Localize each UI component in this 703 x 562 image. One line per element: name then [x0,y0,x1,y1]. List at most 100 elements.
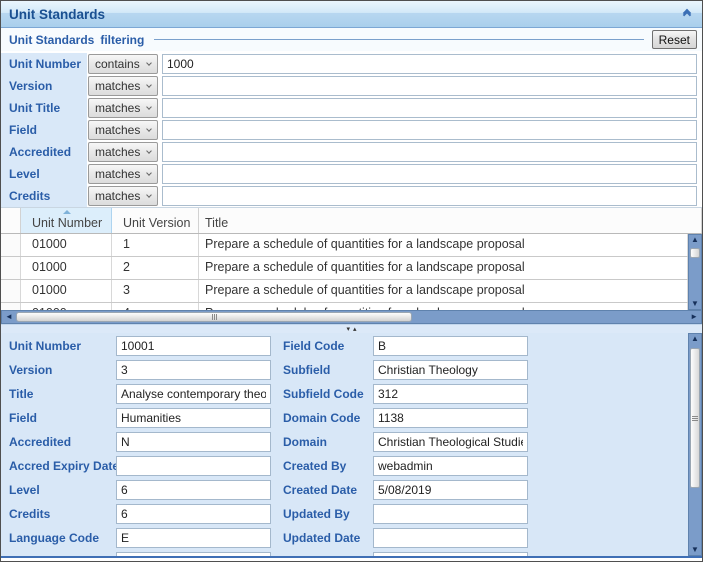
filter-input-accredited[interactable] [162,142,697,162]
chevron-down-icon [146,82,152,88]
table-row[interactable]: 01000 2 Prepare a schedule of quantities… [1,257,688,280]
grid-hscroll-thumb[interactable] [16,312,412,322]
panel-header: Unit Standards [1,1,702,28]
filter-row-field: Field matches [1,119,702,141]
detail-input-language-code[interactable] [116,528,271,548]
splitter-up-icon: ▴ [353,326,357,333]
detail-label-level: Level [9,483,116,497]
detail-label-title: Title [9,387,116,401]
detail-input-credits[interactable] [116,504,271,524]
filter-operator-level[interactable]: matches [88,164,158,184]
filter-input-field[interactable] [162,120,697,140]
detail-input-subfield[interactable] [373,360,528,380]
scroll-right-icon[interactable]: ► [690,312,698,322]
table-row[interactable]: 01000 1 Prepare a schedule of quantities… [1,234,688,257]
filter-input-credits[interactable] [162,186,697,206]
scroll-down-icon[interactable]: ▼ [691,545,699,555]
row-selector[interactable] [1,257,21,279]
filter-group-label: Unit Standardsfiltering [9,33,144,47]
filter-label-unit-title: Unit Title [1,97,87,119]
scroll-up-icon[interactable]: ▲ [691,334,699,344]
detail-label-unit-status: Unit Status [9,555,116,558]
collapse-panel-icon[interactable] [680,8,694,20]
filter-operator-accredited[interactable]: matches [88,142,158,162]
detail-label-subfield-code: Subfield Code [271,387,373,401]
detail-input-subfield-code[interactable] [373,384,528,404]
detail-label-updated-by: Updated By [271,507,373,521]
detail-input-created-date[interactable] [373,480,528,500]
reset-button[interactable]: Reset [652,30,697,49]
divider [154,39,643,40]
chevron-down-icon [146,170,152,176]
grid-vertical-scrollbar[interactable]: ▲ ▼ [688,234,702,310]
row-selector[interactable] [1,280,21,302]
detail-label-accred-expiry-date: Accred Expiry Date [9,459,116,473]
detail-input-unit-number[interactable] [116,336,271,356]
detail-label-language-code: Language Code [9,531,116,545]
chevron-down-icon [146,148,152,154]
unit-standards-window: Unit Standards Unit Standardsfiltering R… [0,0,703,562]
detail-vertical-scrollbar[interactable]: ▲ ▼ [688,333,702,556]
table-row[interactable]: 01000 3 Prepare a schedule of quantities… [1,280,688,303]
scroll-left-icon[interactable]: ◄ [5,312,13,322]
detail-label-credits: Credits [9,507,116,521]
filter-operator-version[interactable]: matches [88,76,158,96]
filter-input-level[interactable] [162,164,697,184]
detail-input-accredited[interactable] [116,432,271,452]
grid-horizontal-scrollbar[interactable]: ◄ ► [1,310,702,324]
row-selector[interactable] [1,234,21,256]
column-header-unit-version[interactable]: Unit Version [112,208,199,233]
filter-operator-credits[interactable]: matches [88,186,158,206]
detail-input-title[interactable] [116,384,271,404]
filter-label-field: Field [1,119,87,141]
detail-label-field: Field [9,411,116,425]
chevron-down-icon [146,126,152,132]
page-title: Unit Standards [9,7,680,22]
table-row[interactable]: 01000 4 Prepare a schedule of quantities… [1,303,688,310]
detail-input-domain-code[interactable] [373,408,528,428]
detail-input-field-code[interactable] [373,336,528,356]
detail-input-updated-by[interactable] [373,504,528,524]
scroll-down-icon[interactable]: ▼ [691,299,699,309]
filter-operator-field[interactable]: matches [88,120,158,140]
detail-label-created-date: Created Date [271,483,373,497]
thumb-grip [212,314,217,320]
detail-input-unit-status[interactable] [116,552,271,558]
row-selector[interactable] [1,303,21,310]
column-header-title[interactable]: Title [199,208,702,233]
filter-row-version: Version matches [1,75,702,97]
detail-input-accred-expiry-date[interactable] [116,456,271,476]
detail-label-updated-date: Updated Date [271,531,373,545]
detail-input-updated-date[interactable] [373,528,528,548]
detail-label-accredited: Accredited [9,435,116,449]
chevron-down-icon [146,104,152,110]
filter-operator-unit-number[interactable]: contains [88,54,158,74]
grid-vscroll-thumb[interactable] [690,248,700,258]
detail-input-domain[interactable] [373,432,528,452]
grid-header-row: Unit Number Unit Version Title [1,208,702,234]
scroll-up-icon[interactable]: ▲ [691,235,699,245]
column-header-unit-number[interactable]: Unit Number [21,208,112,233]
detail-label-created-by: Created By [271,459,373,473]
detail-input-version[interactable] [116,360,271,380]
filter-input-unit-number[interactable] [162,54,697,74]
filter-row-level: Level matches [1,163,702,185]
panel-splitter[interactable]: ▾ ▴ [1,324,702,333]
filter-operator-unit-title[interactable]: matches [88,98,158,118]
filter-row-unit-title: Unit Title matches [1,97,702,119]
filter-label-unit-number: Unit Number [1,53,87,75]
filter-input-unit-title[interactable] [162,98,697,118]
detail-input-unit-file-date[interactable] [373,552,528,558]
grid-body: 01000 1 Prepare a schedule of quantities… [1,234,702,310]
splitter-down-icon: ▾ [346,326,350,333]
filter-input-version[interactable] [162,76,697,96]
detail-label-domain: Domain [271,435,373,449]
detail-label-field-code: Field Code [271,339,373,353]
detail-label-domain-code: Domain Code [271,411,373,425]
filter-label-accredited: Accredited [1,141,87,163]
detail-input-level[interactable] [116,480,271,500]
sort-ascending-icon [63,210,71,214]
detail-vscroll-thumb[interactable] [690,348,700,488]
detail-input-field[interactable] [116,408,271,428]
detail-input-created-by[interactable] [373,456,528,476]
